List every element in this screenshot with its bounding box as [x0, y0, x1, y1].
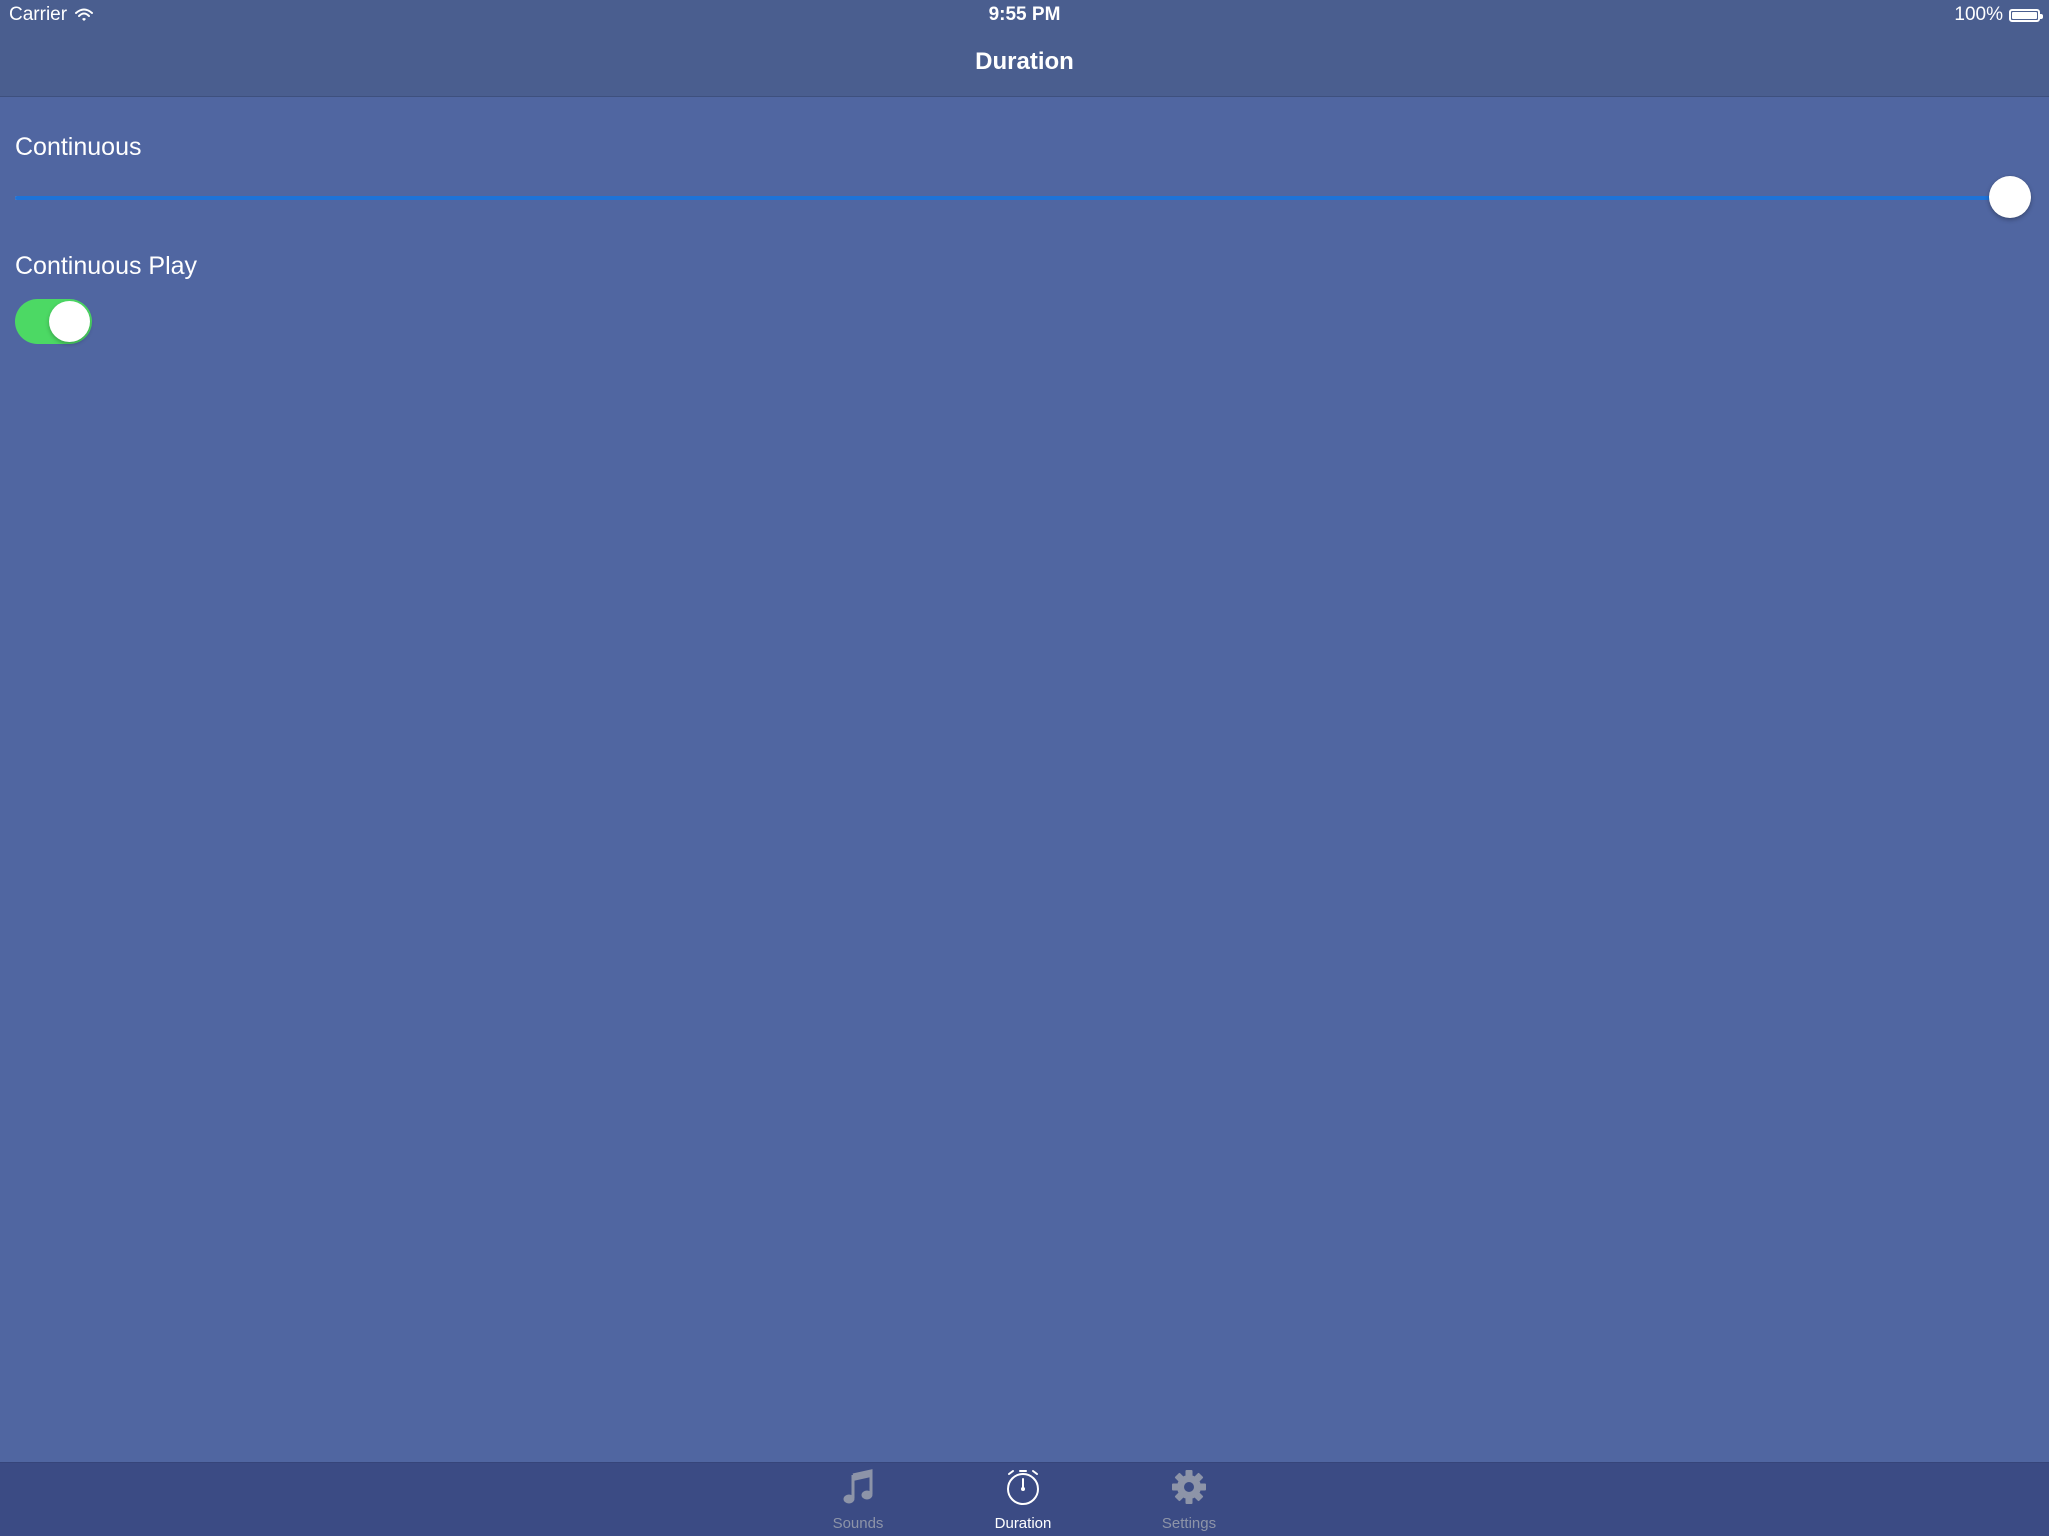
toggle-knob[interactable]: [49, 301, 90, 342]
slider-thumb[interactable]: [1989, 176, 2031, 218]
duration-slider[interactable]: [15, 176, 2031, 220]
battery-info: 100%: [1954, 4, 2043, 26]
tab-label-sounds: Sounds: [832, 1515, 884, 1532]
slider-fill: [15, 196, 2010, 200]
tab-sounds[interactable]: Sounds: [783, 1463, 933, 1536]
status-bar: Carrier 9:55 PM 100%: [0, 0, 2049, 30]
continuous-play-label: Continuous Play: [15, 252, 198, 280]
status-time: 9:55 PM: [988, 4, 1061, 25]
gear-icon: [1172, 1470, 1206, 1504]
app-screen: Duration Carrier 9:55 PM 100% Continuous…: [0, 0, 2049, 1536]
duration-label: Continuous: [15, 133, 142, 161]
tab-settings[interactable]: Settings: [1114, 1463, 1264, 1536]
tab-bar: Sounds Duration Settings: [0, 1462, 2049, 1536]
tab-label-duration: Duration: [994, 1515, 1052, 1532]
page-title: Duration: [975, 48, 1074, 75]
continuous-play-toggle[interactable]: [15, 299, 92, 344]
music-note-icon: [843, 1469, 873, 1504]
tab-duration[interactable]: Duration: [948, 1463, 1098, 1536]
stopwatch-icon: [1007, 1470, 1039, 1505]
tab-label-settings: Settings: [1161, 1515, 1217, 1532]
battery-icon: [2009, 8, 2043, 22]
battery-percent: 100%: [1954, 4, 2003, 25]
